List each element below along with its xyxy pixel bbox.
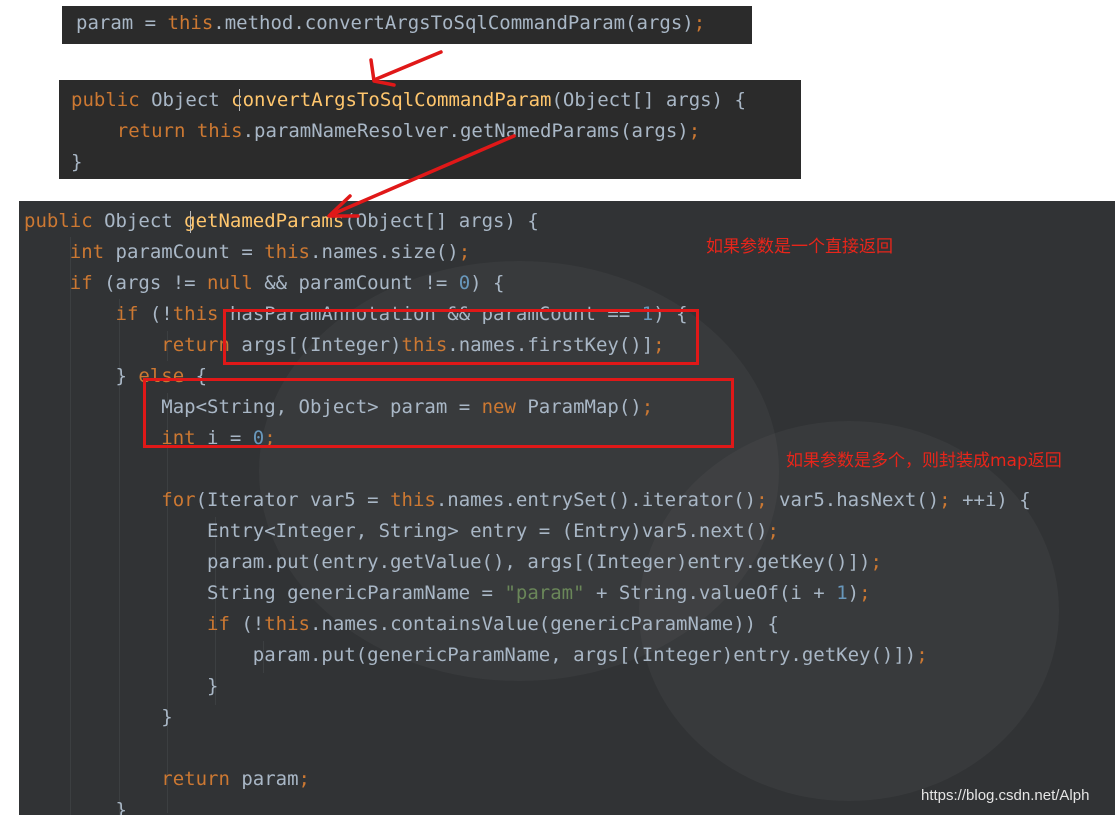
arrow-to-convert-args	[372, 50, 443, 82]
arrow-to-get-named-params	[331, 134, 516, 216]
annotation-arrows	[327, 50, 516, 218]
watermark-text: https://blog.csdn.net/Alph	[921, 787, 1090, 804]
